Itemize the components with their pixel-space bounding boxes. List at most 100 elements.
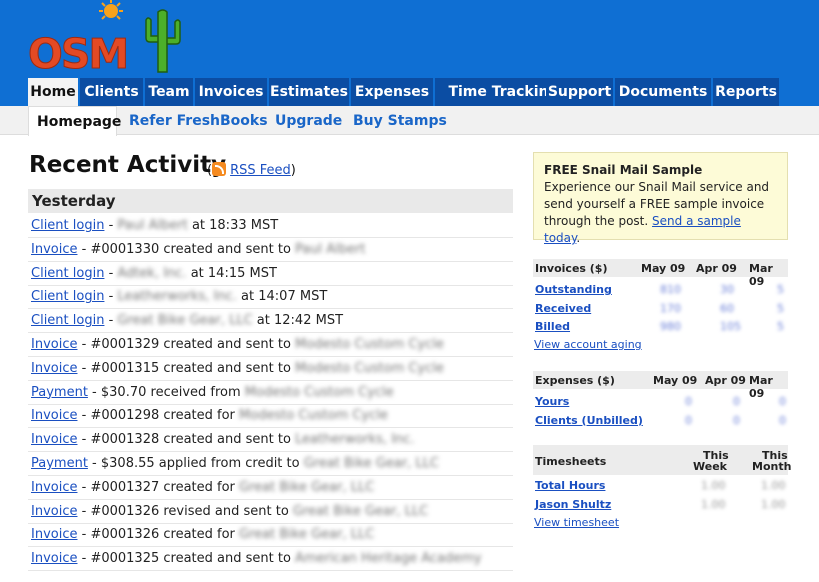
activity-item: Invoice - #0001326 created for Great Bik… (28, 523, 513, 548)
invoices-value[interactable]: 980 (660, 320, 681, 333)
client-name: Adtek, Inc. (117, 265, 187, 281)
view-account-aging-link[interactable]: View account aging (534, 338, 642, 351)
activity-item: Invoice - #0001328 created and sent to L… (28, 428, 513, 453)
tab-reports[interactable]: Reports (713, 78, 779, 106)
invoices-month-1: May 09 (641, 262, 686, 275)
activity-item: Invoice - #0001325 created and sent to A… (28, 547, 513, 572)
timesheets-col-month-b: Month (752, 460, 792, 473)
activity-type-link[interactable]: Invoice (31, 551, 77, 566)
timesheets-row-label[interactable]: Total Hours (535, 479, 605, 492)
activity-type-link[interactable]: Invoice (31, 337, 77, 352)
invoices-value[interactable]: 5 (777, 302, 784, 315)
invoices-value[interactable]: 5 (777, 320, 784, 333)
activity-separator: - (104, 313, 118, 329)
promo-title: FREE Snail Mail Sample (544, 163, 703, 177)
activity-text: #0001329 created and sent to (90, 337, 296, 352)
activity-item: Client login - Adtek, Inc. at 14:15 MST (28, 262, 513, 286)
activity-type-link[interactable]: Client login (31, 218, 104, 233)
activity-text: #0001327 created for (90, 479, 240, 495)
client-name: American Heritage Academy (295, 551, 482, 567)
client-name: Great Bike Gear, LLC (303, 456, 439, 471)
invoices-value[interactable]: 5 (777, 283, 784, 296)
activity-item: Client login - Great Bike Gear, LLC at 1… (28, 309, 513, 334)
activity-type-link[interactable]: Invoice (31, 527, 77, 542)
activity-separator: - (104, 218, 118, 233)
page-title: Recent Activity (29, 152, 227, 178)
timesheets-row: Jason Shultz 1.00 1.00 (533, 495, 788, 513)
activity-type-link[interactable]: Invoice (31, 432, 77, 447)
activity-type-link[interactable]: Client login (31, 313, 104, 328)
activity-type-link[interactable]: Client login (31, 266, 104, 281)
subnav-buy-stamps[interactable]: Buy Stamps (353, 106, 447, 136)
tab-expenses[interactable]: Expenses (351, 78, 435, 106)
activity-type-link[interactable]: Invoice (31, 242, 77, 257)
activity-separator: - (104, 289, 118, 305)
activity-type-link[interactable]: Payment (31, 456, 88, 471)
invoices-row-label[interactable]: Received (535, 302, 591, 315)
client-name: Paul Albert (117, 218, 188, 233)
tab-team[interactable]: Team (145, 78, 195, 106)
tab-clients[interactable]: Clients (80, 78, 145, 106)
timesheets-row-label[interactable]: Jason Shultz (535, 498, 611, 511)
invoices-row: Outstanding 810 30 5 (533, 280, 788, 298)
activity-text: #0001298 created for (90, 408, 240, 424)
activity-type-link[interactable]: Payment (31, 385, 88, 400)
tab-support-label[interactable]: Support (546, 78, 615, 106)
invoices-value[interactable]: 105 (720, 320, 741, 333)
client-name: Leatherworks, Inc. (295, 432, 415, 448)
osm-logo[interactable]: OSM (27, 0, 188, 79)
invoices-row: Received 170 60 5 (533, 299, 788, 317)
timesheets-value: 1.00 (761, 479, 786, 492)
activity-text: #0001315 created and sent to (90, 360, 296, 376)
invoices-summary-header: Invoices ($) May 09 Apr 09 Mar 09 (533, 259, 788, 288)
activity-text: #0001325 created and sent to (90, 551, 296, 567)
expenses-value[interactable]: 0 (685, 395, 692, 408)
rss-feed-link[interactable]: RSS Feed (230, 163, 291, 178)
activity-type-link[interactable]: Invoice (31, 408, 77, 423)
timesheets-row: Total Hours 1.00 1.00 (533, 476, 788, 494)
sun-icon (99, 0, 123, 20)
activity-item: Invoice - #0001315 created and sent to M… (28, 357, 513, 381)
expenses-value[interactable]: 0 (779, 414, 786, 427)
tab-invoices[interactable]: Invoices (195, 78, 269, 106)
activity-item: Invoice - #0001329 created and sent to M… (28, 333, 513, 357)
activity-item: Invoice - #0001326 revised and sent to G… (28, 500, 513, 524)
timesheets-value: 1.00 (701, 479, 726, 492)
timesheets-value: 1.00 (761, 498, 786, 511)
invoices-value[interactable]: 60 (720, 302, 734, 315)
view-timesheet-link[interactable]: View timesheet (534, 516, 619, 529)
subnav-homepage[interactable]: Homepage (28, 106, 121, 136)
expenses-value[interactable]: 0 (779, 395, 786, 408)
activity-text: at 18:33 MST (187, 218, 279, 233)
expenses-value[interactable]: 0 (685, 414, 692, 427)
subnav-upgrade[interactable]: Upgrade (275, 106, 342, 136)
cactus-icon (145, 9, 181, 73)
expenses-value[interactable]: 0 (733, 414, 740, 427)
invoices-value[interactable]: 170 (660, 302, 681, 315)
client-name: Paul Albert (295, 241, 366, 257)
activity-type-link[interactable]: Invoice (31, 504, 77, 519)
activity-type-link[interactable]: Client login (31, 289, 104, 304)
subnav-refer-freshbooks[interactable]: Refer FreshBooks (129, 106, 268, 136)
tab-home[interactable]: Home (28, 78, 80, 106)
activity-type-link[interactable]: Invoice (31, 480, 77, 495)
expenses-value[interactable]: 0 (733, 395, 740, 408)
activity-separator: - (87, 384, 101, 400)
activity-separator: - (77, 527, 91, 543)
activity-type-link[interactable]: Invoice (31, 361, 77, 376)
tab-estimates[interactable]: Estimates (269, 78, 351, 106)
activity-separator: - (77, 479, 91, 495)
expenses-title: Expenses ($) (535, 374, 615, 387)
expenses-row-label[interactable]: Yours (535, 395, 569, 408)
expenses-row-label[interactable]: Clients (Unbilled) (535, 414, 643, 427)
invoices-value[interactable]: 810 (660, 283, 681, 296)
rss-icon[interactable] (212, 162, 227, 176)
invoices-row-label[interactable]: Billed (535, 320, 570, 333)
invoices-value[interactable]: 30 (720, 283, 734, 296)
tab-documents[interactable]: Documents (615, 78, 713, 106)
promo-end: . (576, 231, 581, 245)
activity-separator: - (87, 456, 101, 471)
invoices-row-label[interactable]: Outstanding (535, 283, 612, 296)
client-name: Modesto Custom Cycle (239, 408, 388, 424)
expenses-month-2: Apr 09 (705, 374, 746, 387)
